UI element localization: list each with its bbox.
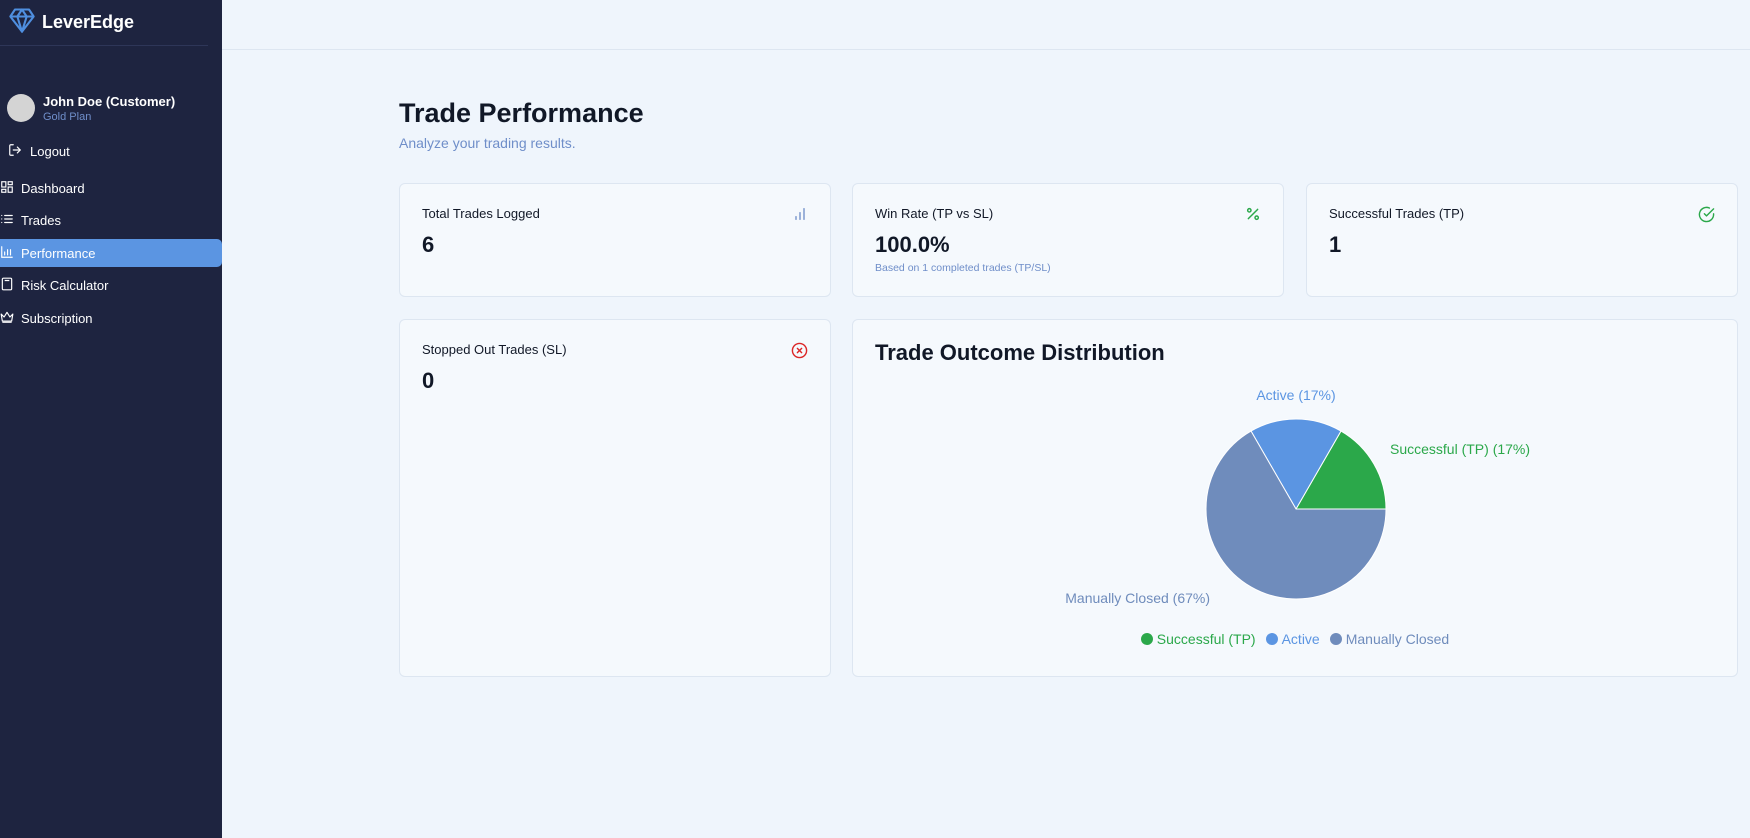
diamond-logo-icon <box>8 6 36 39</box>
pie-slice-label: Successful (TP) (17%) <box>1390 441 1530 457</box>
calculator-icon <box>0 277 14 294</box>
stat-card-stopped-out: Stopped Out Trades (SL) 0 <box>399 319 831 677</box>
sidebar-item-trades[interactable]: Trades <box>0 207 222 235</box>
page-subtitle: Analyze your trading results. <box>399 135 576 151</box>
crown-icon <box>0 310 14 327</box>
chart-card: Trade Outcome Distribution Successful (T… <box>852 319 1738 677</box>
legend-item[interactable]: Manually Closed <box>1329 631 1450 647</box>
logout-label: Logout <box>30 143 70 159</box>
logout-button[interactable]: Logout <box>0 140 222 162</box>
logout-icon <box>8 143 22 160</box>
sidebar-nav: Dashboard Trades Performance Risk Calcul… <box>0 174 222 332</box>
sidebar-item-label: Risk Calculator <box>21 278 109 293</box>
pie-slice-label: Manually Closed (67%) <box>1065 590 1210 606</box>
stat-card-successful-trades: Successful Trades (TP) 1 <box>1306 183 1738 297</box>
sidebar-item-subscription[interactable]: Subscription <box>0 304 222 332</box>
sidebar-item-label: Performance <box>21 245 96 261</box>
stat-value: 100.0% <box>875 232 950 257</box>
stat-label: Total Trades Logged <box>422 206 540 221</box>
bar-chart-icon <box>792 206 808 227</box>
list-icon <box>0 212 14 229</box>
sidebar-item-label: Trades <box>21 213 61 228</box>
legend-item[interactable]: Successful (TP) <box>1140 631 1256 647</box>
legend-swatch <box>1329 633 1342 645</box>
stat-card-win-rate: Win Rate (TP vs SL) 100.0% Based on 1 co… <box>852 183 1284 297</box>
percent-icon <box>1245 206 1261 227</box>
x-circle-icon <box>791 342 808 364</box>
dashboard-icon <box>0 180 14 197</box>
legend-label: Active <box>1281 631 1320 647</box>
stat-label: Successful Trades (TP) <box>1329 206 1465 221</box>
check-circle-icon <box>1698 206 1715 228</box>
stat-label: Win Rate (TP vs SL) <box>875 206 994 221</box>
page-title: Trade Performance <box>399 98 644 128</box>
sidebar-item-label: Subscription <box>21 310 93 326</box>
legend-label: Manually Closed <box>1345 631 1450 647</box>
sidebar-item-risk-calculator[interactable]: Risk Calculator <box>0 272 222 300</box>
legend-swatch <box>1140 633 1153 645</box>
stat-note: Based on 1 completed trades (TP/SL) <box>875 262 1051 274</box>
sidebar-item-performance[interactable]: Performance <box>0 239 222 267</box>
stat-value: 0 <box>422 368 435 393</box>
stat-label: Stopped Out Trades (SL) <box>422 342 567 357</box>
legend-swatch <box>1265 633 1278 645</box>
sidebar-item-dashboard[interactable]: Dashboard <box>0 174 222 202</box>
stat-value: 6 <box>422 232 435 257</box>
legend-label: Successful (TP) <box>1156 631 1256 647</box>
legend-item[interactable]: Active <box>1265 631 1320 647</box>
avatar <box>7 94 35 122</box>
bar-chart-icon <box>0 245 14 262</box>
pie-chart: Successful (TP) (17%) Active (17%) Manuall… <box>1065 387 1530 606</box>
pie-slice-label: Active (17%) <box>1256 387 1335 403</box>
sidebar: LeverEdge John Doe (Customer) Gold Plan … <box>0 0 222 838</box>
user-name: John Doe (Customer) <box>43 93 176 109</box>
chart-legend: Successful (TP) Active Manually Closed <box>853 631 1737 647</box>
top-bar <box>222 0 1750 50</box>
sidebar-item-label: Dashboard <box>21 180 85 196</box>
user-plan: Gold Plan <box>43 110 92 123</box>
user-profile: John Doe (Customer) Gold Plan <box>0 46 222 146</box>
brand-name: LeverEdge <box>42 12 135 32</box>
stat-value: 1 <box>1329 232 1342 257</box>
stat-card-total-trades: Total Trades Logged 6 <box>399 183 831 297</box>
brand[interactable]: LeverEdge <box>0 0 208 46</box>
